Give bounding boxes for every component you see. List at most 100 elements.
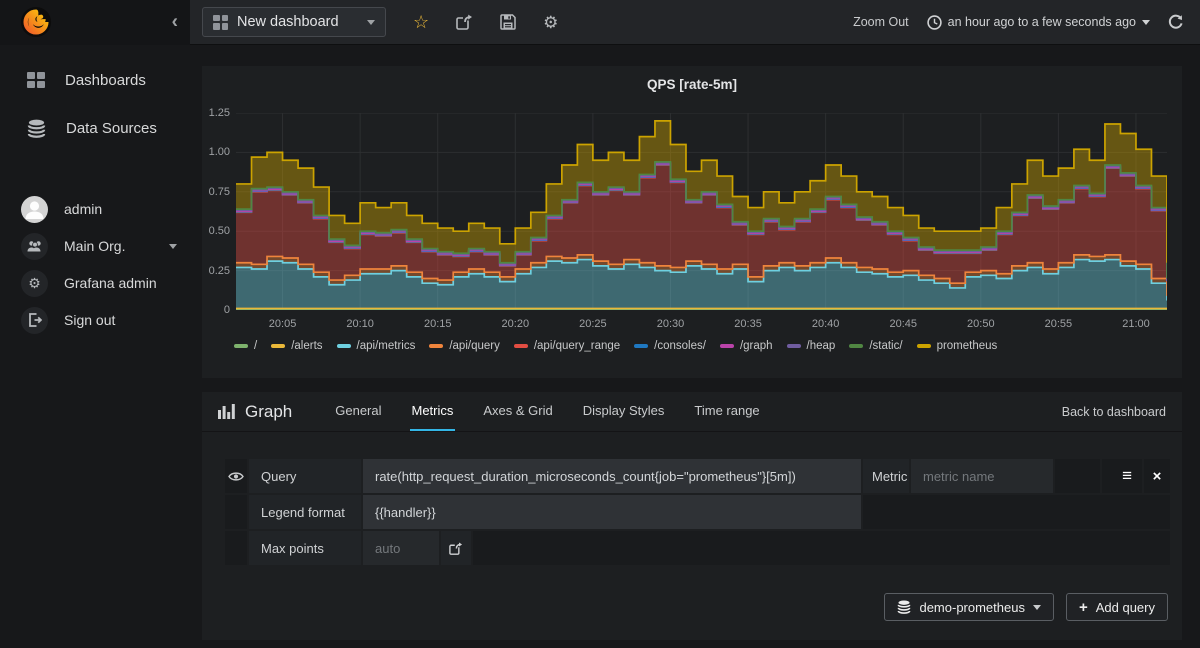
query-editor-form: Query rate(http_request_duration_microse… xyxy=(225,459,1170,567)
navbar-right: Zoom Out an hour ago to a few seconds ag… xyxy=(853,14,1200,30)
x-axis-label: 20:15 xyxy=(423,318,452,330)
tab-metrics[interactable]: Metrics xyxy=(409,392,456,431)
sidebar-user-section: admin Main Org. ⚙ Grafana admin Sign out xyxy=(0,195,190,343)
share-icon xyxy=(456,14,473,30)
legend-swatch-icon xyxy=(271,344,286,348)
back-to-dashboard-link[interactable]: Back to dashboard xyxy=(1062,392,1166,431)
y-axis-label: 0.75 xyxy=(208,185,230,198)
legend-swatch-icon xyxy=(513,344,528,348)
remove-query-button[interactable]: × xyxy=(1144,459,1170,493)
zoom-out-button[interactable]: Zoom Out xyxy=(853,15,909,29)
legend-item[interactable]: /api/query_range xyxy=(513,340,620,352)
chevron-down-icon xyxy=(1142,19,1150,25)
editor-tabs: General Metrics Axes & Grid Display Styl… xyxy=(320,392,774,431)
legend-label: prometheus xyxy=(936,340,998,352)
sidebar-item-sign-out[interactable]: Sign out xyxy=(0,306,190,334)
clock-icon xyxy=(926,14,942,30)
metric-label: Metric xyxy=(863,459,909,493)
collapse-sidebar-icon[interactable]: ‹ xyxy=(172,13,178,32)
y-axis-label: 0.25 xyxy=(208,264,230,277)
legend-item[interactable]: /heap xyxy=(786,340,836,352)
dashboard-picker-button[interactable]: New dashboard xyxy=(202,7,386,37)
tab-time-range[interactable]: Time range xyxy=(692,392,761,431)
query-row: Query rate(http_request_duration_microse… xyxy=(225,459,1170,493)
x-axis-label: 20:50 xyxy=(967,318,995,330)
legend-item[interactable]: /api/metrics xyxy=(336,340,415,352)
sidebar-item-label: Dashboards xyxy=(65,71,146,89)
star-button[interactable]: ☆ xyxy=(413,13,429,31)
dashboard-grid-icon xyxy=(213,14,228,30)
legend-swatch-icon xyxy=(786,344,801,348)
plus-icon: + xyxy=(1078,598,1088,616)
users-icon xyxy=(21,232,48,260)
sidebar: Dashboards Data Sources admin Main Org. … xyxy=(0,45,190,648)
query-menu-button[interactable]: ≡ xyxy=(1102,459,1142,493)
x-axis-label: 20:25 xyxy=(579,318,607,330)
save-icon xyxy=(500,14,516,30)
top-navbar: ‹ New dashboard ☆ ⚙ Zoom Out an hour ago… xyxy=(0,0,1200,45)
sidebar-item-org[interactable]: Main Org. xyxy=(0,232,190,260)
row-filler xyxy=(863,495,1170,529)
legend-swatch-icon xyxy=(234,344,248,348)
graph-panel: QPS [rate-5m] 0 0.25 0.50 0.75 1.00 1.25 20:0… xyxy=(202,66,1182,378)
row-filler xyxy=(473,531,1170,565)
time-range-picker[interactable]: an hour ago to a few seconds ago xyxy=(926,14,1150,30)
legend-label: /static/ xyxy=(869,340,903,352)
legend-item[interactable]: / xyxy=(234,340,257,352)
legend-item[interactable]: /graph xyxy=(719,340,773,352)
legend-label: /graph xyxy=(739,340,773,352)
panel-editor: Graph General Metrics Axes & Grid Displa… xyxy=(202,392,1182,640)
query-input[interactable]: rate(http_request_duration_microseconds_… xyxy=(363,459,861,493)
chart-plot-area[interactable] xyxy=(236,113,1167,310)
x-axis-label: 20:40 xyxy=(811,318,840,330)
legend-item[interactable]: /alerts xyxy=(271,340,323,352)
legend-swatch-icon xyxy=(916,344,931,348)
legend-label: /heap xyxy=(806,340,836,352)
x-axis-label: 21:00 xyxy=(1122,318,1150,330)
editor-title-label: Graph xyxy=(245,401,293,421)
metric-name-input[interactable]: metric name xyxy=(911,459,1053,493)
toggle-query-visibility-button[interactable] xyxy=(225,459,247,493)
sidebar-item-dashboards[interactable]: Dashboards xyxy=(0,68,190,92)
refresh-button[interactable] xyxy=(1168,14,1184,30)
sidebar-item-data-sources[interactable]: Data Sources xyxy=(0,116,190,140)
org-name: Main Org. xyxy=(64,238,126,254)
legend-format-row: Legend format {{handler}} xyxy=(225,495,1170,529)
chevron-down-icon xyxy=(1032,604,1041,610)
max-points-input[interactable]: auto xyxy=(363,531,439,565)
sidebar-item-profile[interactable]: admin xyxy=(0,195,190,223)
datasource-selector-button[interactable]: demo-prometheus xyxy=(884,593,1054,621)
add-query-button[interactable]: + Add query xyxy=(1065,593,1168,621)
qps-chart[interactable] xyxy=(236,113,1167,310)
tab-axes-grid[interactable]: Axes & Grid xyxy=(481,392,554,431)
sidebar-item-grafana-admin[interactable]: ⚙ Grafana admin xyxy=(0,269,190,297)
chevron-down-icon xyxy=(169,243,178,249)
sidebar-item-label: Sign out xyxy=(64,312,116,328)
tab-display-styles[interactable]: Display Styles xyxy=(581,392,667,431)
tab-general[interactable]: General xyxy=(333,392,383,431)
legend-format-input[interactable]: {{handler}} xyxy=(363,495,861,529)
database-icon xyxy=(898,600,911,614)
row-filler xyxy=(1055,459,1100,493)
x-axis-label: 20:30 xyxy=(656,318,685,330)
share-button[interactable] xyxy=(456,14,473,30)
save-button[interactable] xyxy=(500,14,516,30)
grafana-logo-icon[interactable] xyxy=(20,6,52,38)
x-axis-label: 20:55 xyxy=(1044,318,1073,330)
open-external-button[interactable] xyxy=(441,531,471,565)
refresh-icon xyxy=(1168,14,1183,29)
gear-icon: ⚙ xyxy=(21,269,48,297)
sidebar-item-label: Grafana admin xyxy=(64,275,157,291)
y-axis-label: 1.00 xyxy=(208,146,230,159)
x-axis-label: 20:10 xyxy=(346,318,374,330)
navbar-actions: ☆ ⚙ xyxy=(413,13,558,31)
panel-title[interactable]: QPS [rate-5m] xyxy=(202,77,1182,92)
editor-footer-buttons: demo-prometheus + Add query xyxy=(884,593,1168,621)
legend-item[interactable]: /api/query xyxy=(429,340,500,352)
legend-item[interactable]: /consoles/ xyxy=(634,340,706,352)
legend-item[interactable]: /static/ xyxy=(849,340,903,352)
legend-label: /api/query xyxy=(449,340,500,352)
legend-item[interactable]: prometheus xyxy=(916,340,998,352)
settings-button[interactable]: ⚙ xyxy=(543,14,558,31)
sign-out-icon xyxy=(21,306,48,334)
